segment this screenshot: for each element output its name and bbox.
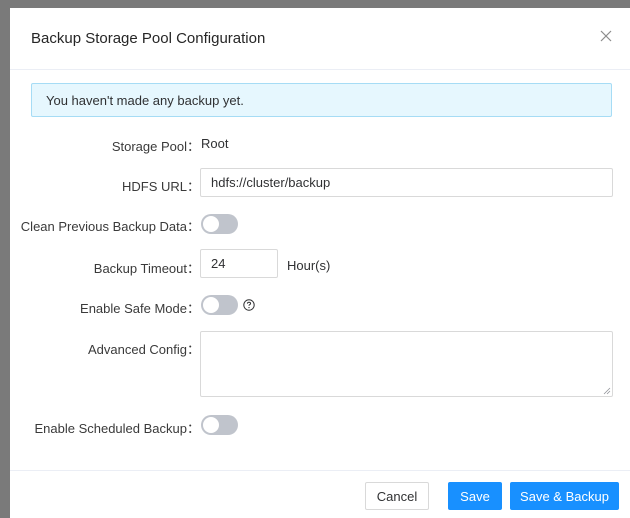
cancel-button[interactable]: Cancel [365,482,429,510]
hdfs-url-label: HDFS URL： [121,179,200,194]
storage-pool-value: Root [201,136,229,151]
switch-knob [203,297,219,313]
save-button[interactable]: Save [448,482,502,510]
close-icon[interactable] [598,28,614,44]
hdfs-url-input[interactable] [200,168,613,197]
save-and-backup-button[interactable]: Save & Backup [510,482,619,510]
scheduled-backup-label: Enable Scheduled Backup： [34,421,200,436]
advanced-config-label: Advanced Config： [87,342,200,357]
scheduled-backup-switch[interactable] [201,415,238,435]
resize-grip-icon[interactable] [603,387,611,395]
dialog-header: Backup Storage Pool Configuration [10,8,630,70]
backup-timeout-label: Backup Timeout： [93,261,200,276]
switch-knob [203,417,219,433]
clean-previous-label: Clean Previous Backup Data： [20,219,200,234]
advanced-config-wrapper [200,331,613,397]
question-circle-icon[interactable] [243,299,255,311]
backup-config-dialog: Backup Storage Pool Configuration You ha… [10,8,630,518]
safe-mode-label: Enable Safe Mode： [80,301,200,316]
alert-text: You haven't made any backup yet. [46,93,244,108]
info-alert: You haven't made any backup yet. [31,83,612,117]
timeout-unit: Hour(s) [287,258,331,273]
safe-mode-switch[interactable] [201,295,238,315]
clean-previous-switch[interactable] [201,214,238,234]
switch-knob [203,216,219,232]
storage-pool-label: Storage Pool： [111,139,200,154]
advanced-config-textarea[interactable] [200,331,613,397]
dialog-title: Backup Storage Pool Configuration [31,30,266,47]
backup-timeout-input[interactable] [200,249,278,278]
